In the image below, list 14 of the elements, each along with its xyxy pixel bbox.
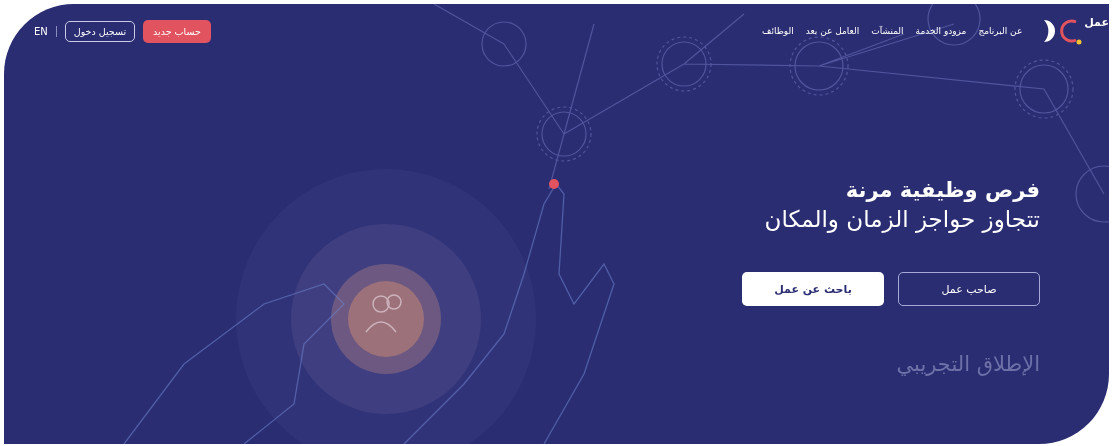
language-link[interactable]: EN xyxy=(34,25,57,37)
register-button[interactable]: حساب جديد xyxy=(143,19,211,43)
pilot-launch-text: الإطلاق التجريبي xyxy=(896,352,1040,376)
hero-subtitle: تتجاوز حواجز الزمان والمكان xyxy=(764,206,1040,232)
nav-link[interactable]: العامل عن بعد xyxy=(805,26,860,36)
hero-title: فرص وظيفية مرنة xyxy=(845,178,1040,202)
employer-button[interactable]: صاحب عمل xyxy=(898,272,1040,306)
nav-link[interactable]: مزودو الخدمة xyxy=(915,26,967,36)
nav-link[interactable]: عن البرنامج xyxy=(978,26,1023,36)
nav-link[interactable]: المنشآت xyxy=(871,26,904,36)
logo-text: عمل xyxy=(1084,16,1109,29)
job-seeker-button[interactable]: باحث عن عمل xyxy=(742,272,884,306)
nav-link[interactable]: الوظائف xyxy=(762,26,794,36)
login-button[interactable]: تسجيل دخول xyxy=(64,20,136,42)
